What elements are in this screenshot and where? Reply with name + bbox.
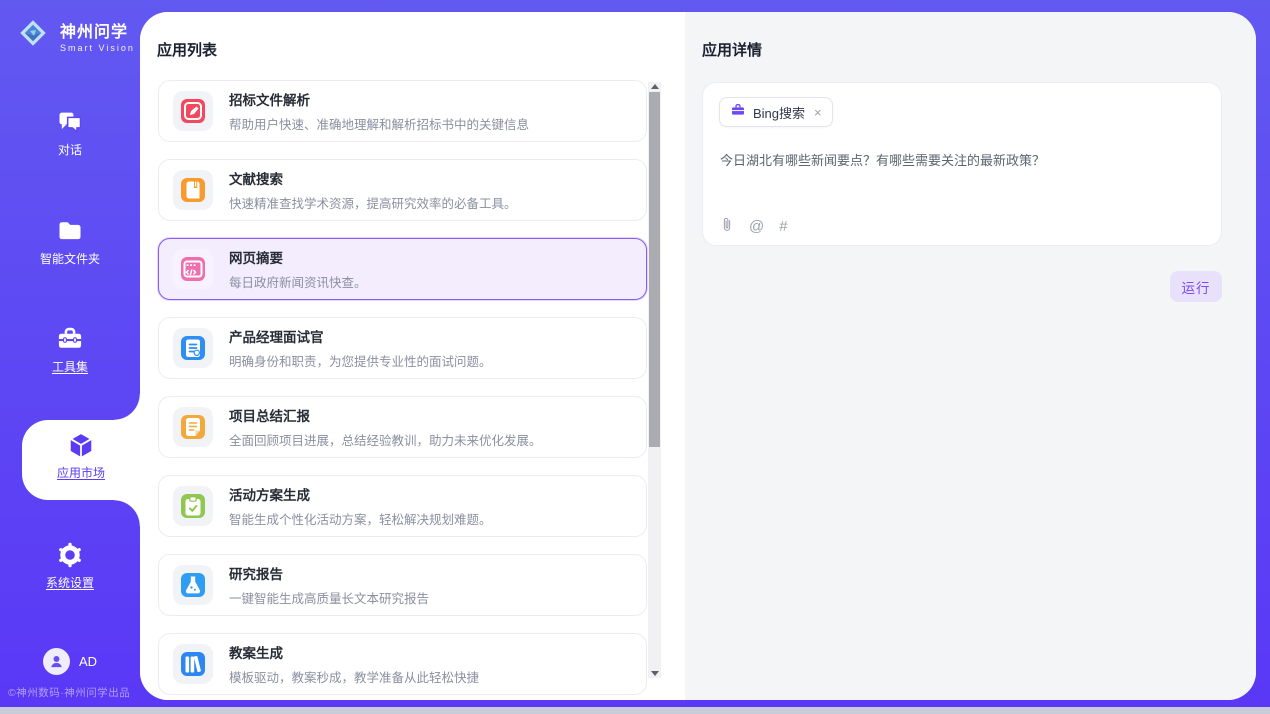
toolbox-icon: [56, 325, 84, 353]
at-icon[interactable]: @: [749, 218, 764, 235]
scrollbar-thumb[interactable]: [649, 92, 660, 447]
app-window: 神州问学 Smart Vision 对话智能文件夹工具集应用市场系统设置 AD …: [0, 0, 1270, 714]
sidebar-item-label: 工具集: [0, 358, 140, 375]
app-card-description: 一键智能生成高质量长文本研究报告: [229, 588, 429, 607]
app-card[interactable]: 产品经理面试官明确身份和职责，为您提供专业性的面试问题。: [158, 317, 647, 379]
app-card[interactable]: 文献搜索快速精准查找学术资源，提高研究效率的必备工具。: [158, 159, 647, 221]
tool-chip-bing-search[interactable]: Bing搜索 ×: [719, 97, 833, 127]
brand-name: 神州问学: [60, 18, 135, 42]
app-card-description: 每日政府新闻资讯快查。: [229, 272, 367, 291]
user-avatar: [43, 648, 70, 675]
app-card[interactable]: 活动方案生成智能生成个性化活动方案，轻松解决规划难题。: [158, 475, 647, 537]
triangle-down-icon: [651, 671, 659, 676]
app-card-title: 文献搜索: [229, 168, 517, 188]
book-icon: [181, 178, 205, 202]
attachment-toolbar: @ #: [720, 216, 788, 237]
hash-icon[interactable]: #: [779, 218, 787, 235]
interview-doc-icon: [181, 336, 205, 360]
app-card-description: 全面回顾项目进展，总结经验教训，助力未来优化发展。: [229, 430, 542, 449]
brand-subtitle: Smart Vision: [60, 43, 135, 53]
sidebar-item-folder[interactable]: 智能文件夹: [0, 217, 140, 267]
app-card-title: 教案生成: [229, 642, 479, 662]
close-icon[interactable]: ×: [814, 105, 822, 120]
clipboard-check-icon: [181, 494, 205, 518]
app-card-description: 帮助用户快速、准确地理解和解析招标书中的关键信息: [229, 114, 529, 133]
tool-chip-label: Bing搜索: [753, 103, 805, 122]
sidebar-item-label: 应用市场: [22, 464, 140, 481]
app-card-description: 智能生成个性化活动方案，轻松解决规划难题。: [229, 509, 492, 528]
app-icon-container: [173, 565, 213, 605]
main-content: 应用列表 招标文件解析帮助用户快速、准确地理解和解析招标书中的关键信息文献搜索快…: [140, 12, 1256, 700]
scrollbar-down-button[interactable]: [648, 667, 661, 680]
scrollbar[interactable]: [648, 82, 661, 678]
cube-icon: [66, 430, 96, 460]
sidebar-item-cube[interactable]: 应用市场: [22, 420, 140, 500]
app-icon-container: [173, 170, 213, 210]
app-card-title: 网页摘要: [229, 247, 367, 267]
briefcase-icon: [730, 102, 746, 123]
memo-icon: [181, 415, 205, 439]
sidebar-item-label: 对话: [0, 141, 140, 158]
app-icon-container: [173, 486, 213, 526]
run-button[interactable]: 运行: [1170, 271, 1222, 302]
app-card[interactable]: 网页摘要每日政府新闻资讯快查。: [158, 238, 647, 300]
sidebar-item-label: 系统设置: [0, 574, 140, 591]
research-flask-icon: [181, 573, 205, 597]
app-list-pane: 应用列表 招标文件解析帮助用户快速、准确地理解和解析招标书中的关键信息文献搜索快…: [140, 12, 685, 700]
browser-window-icon: [181, 257, 205, 281]
query-card: Bing搜索 × 今日湖北有哪些新闻要点？有哪些需要关注的最新政策？ @ #: [702, 82, 1222, 246]
app-icon-container: [173, 407, 213, 447]
chat-icon: [56, 108, 84, 136]
app-card[interactable]: 项目总结汇报全面回顾项目进展，总结经验教训，助力未来优化发展。: [158, 396, 647, 458]
edit-document-icon: [181, 99, 205, 123]
bottom-edge: [0, 707, 1270, 714]
sidebar-item-label: 智能文件夹: [0, 250, 140, 267]
sidebar-item-chat[interactable]: 对话: [0, 108, 140, 158]
gear-icon: [56, 541, 84, 569]
triangle-up-icon: [651, 84, 659, 89]
app-icon-container: [173, 91, 213, 131]
user-row[interactable]: AD: [0, 648, 140, 675]
brand: 神州问学 Smart Vision: [13, 13, 135, 58]
app-icon-container: [173, 328, 213, 368]
app-card[interactable]: 招标文件解析帮助用户快速、准确地理解和解析招标书中的关键信息: [158, 80, 647, 142]
app-list-title: 应用列表: [157, 39, 217, 60]
app-card-title: 研究报告: [229, 563, 429, 583]
sidebar-footer: ©神州数码·神州问学出品: [8, 685, 140, 700]
brand-diamond-icon: [13, 13, 53, 58]
sidebar-item-toolbox[interactable]: 工具集: [0, 325, 140, 375]
app-detail-title: 应用详情: [702, 39, 762, 60]
app-card-title: 项目总结汇报: [229, 405, 542, 425]
sidebar: 神州问学 Smart Vision 对话智能文件夹工具集应用市场系统设置 AD …: [0, 0, 140, 707]
app-card-description: 快速精准查找学术资源，提高研究效率的必备工具。: [229, 193, 517, 212]
books-icon: [181, 652, 205, 676]
app-card-description: 模板驱动，教案秒成，教学准备从此轻松快捷: [229, 667, 479, 686]
sidebar-item-gear[interactable]: 系统设置: [0, 541, 140, 591]
user-name: AD: [79, 654, 97, 669]
app-card-title: 活动方案生成: [229, 484, 492, 504]
app-card[interactable]: 教案生成模板驱动，教案秒成，教学准备从此轻松快捷: [158, 633, 647, 695]
app-icon-container: [173, 644, 213, 684]
paperclip-icon[interactable]: [720, 216, 734, 237]
folder-icon: [56, 217, 84, 245]
app-detail-pane: 应用详情 Bing搜索 × 今日湖北有哪些新闻要点？有哪些需要关注的最新政策？: [685, 12, 1256, 700]
app-card-description: 明确身份和职责，为您提供专业性的面试问题。: [229, 351, 492, 370]
query-text[interactable]: 今日湖北有哪些新闻要点？有哪些需要关注的最新政策？: [720, 151, 1206, 171]
app-card-title: 招标文件解析: [229, 89, 529, 109]
app-card[interactable]: 研究报告一键智能生成高质量长文本研究报告: [158, 554, 647, 616]
app-card-title: 产品经理面试官: [229, 326, 492, 346]
app-icon-container: [173, 249, 213, 289]
